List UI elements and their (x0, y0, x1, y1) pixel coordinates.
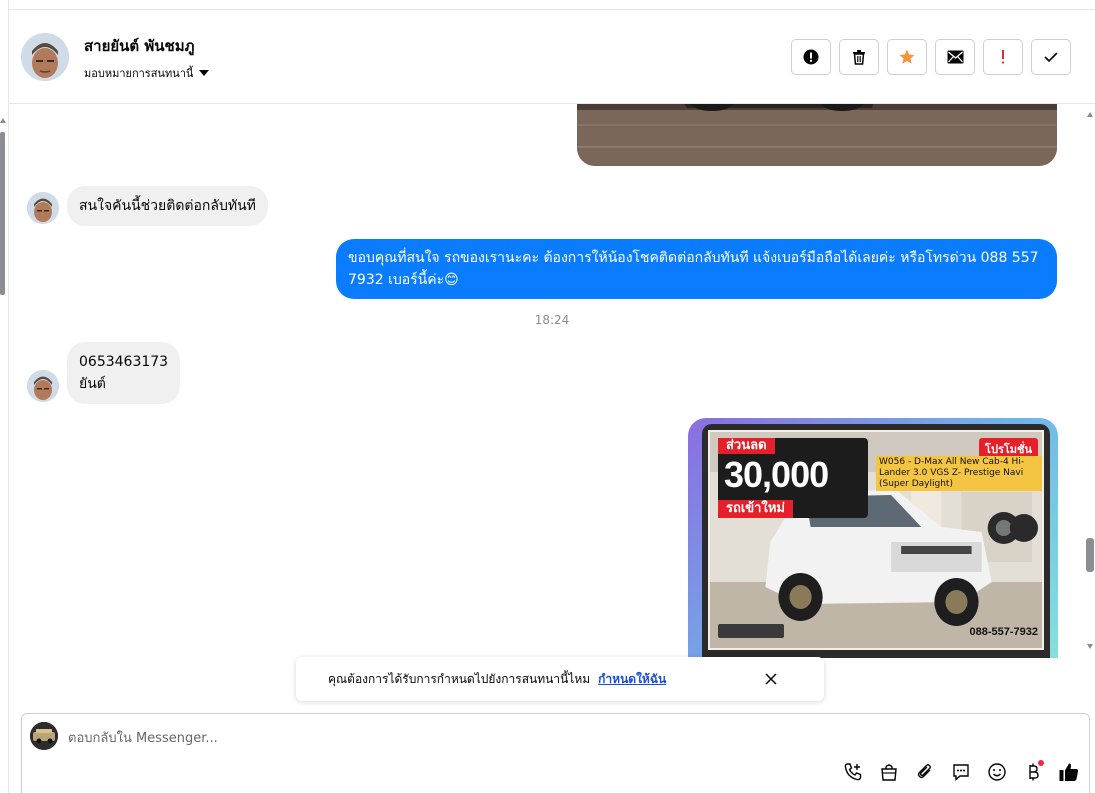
conversation-actions (791, 39, 1071, 75)
contact-name[interactable]: สายยันต์ พันชมภู (84, 34, 194, 58)
scroll-up-arrow[interactable] (0, 118, 6, 123)
notification-dot (1038, 760, 1044, 766)
close-icon[interactable] (762, 670, 780, 688)
car-photo: ส่วนลด 30,000 รถเข้าใหม่ โปรโมชั่น W056 … (708, 430, 1044, 650)
reply-input[interactable] (68, 728, 768, 748)
call-add-button[interactable] (841, 760, 865, 784)
assign-to-me-link[interactable]: กำหนดให้ฉัน (598, 670, 666, 689)
shop-button[interactable] (877, 760, 901, 784)
dealer-logo (718, 624, 784, 638)
promo-frame: ส่วนลด 30,000 รถเข้าใหม่ โปรโมชั่น W056 … (702, 424, 1050, 658)
exclamation-circle-icon (803, 49, 819, 65)
conversation-header: สายยันต์ พันชมภู มอบหมายการสนทนานี้ (9, 10, 1095, 104)
incoming-message[interactable]: 0653463173 ยันต์ (67, 342, 181, 404)
composer-toolbar (841, 760, 1081, 784)
scroll-thumb[interactable] (0, 132, 5, 295)
checkmark-icon (1044, 52, 1058, 63)
emoji-icon (988, 763, 1006, 781)
page-avatar (30, 722, 58, 750)
discount-tag: ส่วนลด (718, 438, 775, 454)
chevron-down-icon (199, 70, 210, 76)
assign-prompt-text: คุณต้องการได้รับการกำหนดไปยังการสนทนานี้… (328, 671, 591, 686)
new-arrival-tag: รถเข้าใหม่ (718, 500, 793, 518)
envelope-icon (947, 50, 963, 64)
payment-button[interactable] (1021, 760, 1045, 784)
assign-label: มอบหมายการสนทนานี้ (84, 67, 194, 80)
mark-done-button[interactable] (1031, 39, 1071, 75)
spam-report-button[interactable] (791, 39, 831, 75)
attach-button[interactable] (913, 760, 937, 784)
contact-avatar-small[interactable] (27, 192, 59, 224)
like-button[interactable] (1057, 760, 1081, 784)
paperclip-icon (917, 764, 931, 779)
scroll-up-arrow[interactable] (1087, 112, 1093, 117)
discount-badge: ส่วนลด 30,000 รถเข้าใหม่ (718, 438, 868, 518)
promo-car-image[interactable]: ส่วนลด 30,000 รถเข้าใหม่ โปรโมชั่น W056 … (688, 418, 1058, 658)
assign-prompt-banner: คุณต้องการได้รับการกำหนดไปยังการสนทนานี้… (296, 657, 824, 701)
assign-conversation-dropdown[interactable]: มอบหมายการสนทนานี้ (84, 64, 210, 82)
thumbs-up-icon (1059, 763, 1079, 781)
contact-avatar-small[interactable] (27, 370, 59, 402)
shopping-bag-icon (881, 764, 897, 781)
delete-button[interactable] (839, 39, 879, 75)
saved-reply-button[interactable] (949, 760, 973, 784)
star-icon (899, 49, 915, 64)
call-add-icon (844, 763, 862, 781)
thread-scrollbar[interactable] (1085, 104, 1095, 654)
message-composer (21, 713, 1090, 793)
saved-reply-icon (953, 764, 969, 782)
discount-value: 30,000 (724, 454, 829, 495)
car-model-label: W056 - D-Max All New Cab-4 Hi-Lander 3.0… (876, 456, 1042, 491)
emoji-button[interactable] (985, 760, 1009, 784)
outgoing-message[interactable]: ขอบคุณที่สนใจ รถของเรานะคะ ต้องการให้น้อ… (336, 239, 1057, 299)
star-button[interactable] (887, 39, 927, 75)
trash-icon (853, 50, 865, 65)
scroll-down-arrow[interactable] (1087, 644, 1093, 649)
message-thread[interactable]: สนใจคันนี้ช่วยติดต่อกลับทันที ขอบคุณที่ส… (9, 104, 1095, 705)
message-timestamp: 18:24 (534, 313, 570, 327)
messenger-inbox: สายยันต์ พันชมภู มอบหมายการสนทนานี้ สนใจ… (0, 0, 1095, 793)
mark-unread-button[interactable] (935, 39, 975, 75)
left-scrollbar[interactable] (0, 0, 9, 793)
scroll-thumb[interactable] (1086, 538, 1094, 572)
exclamation-icon (1002, 50, 1004, 64)
previous-car-image[interactable] (577, 104, 1057, 166)
important-button[interactable] (983, 39, 1023, 75)
dealer-phone: 088-557-7932 (969, 626, 1038, 638)
incoming-message[interactable]: สนใจคันนี้ช่วยติดต่อกลับทันที (67, 186, 268, 226)
contact-avatar[interactable] (21, 33, 69, 81)
